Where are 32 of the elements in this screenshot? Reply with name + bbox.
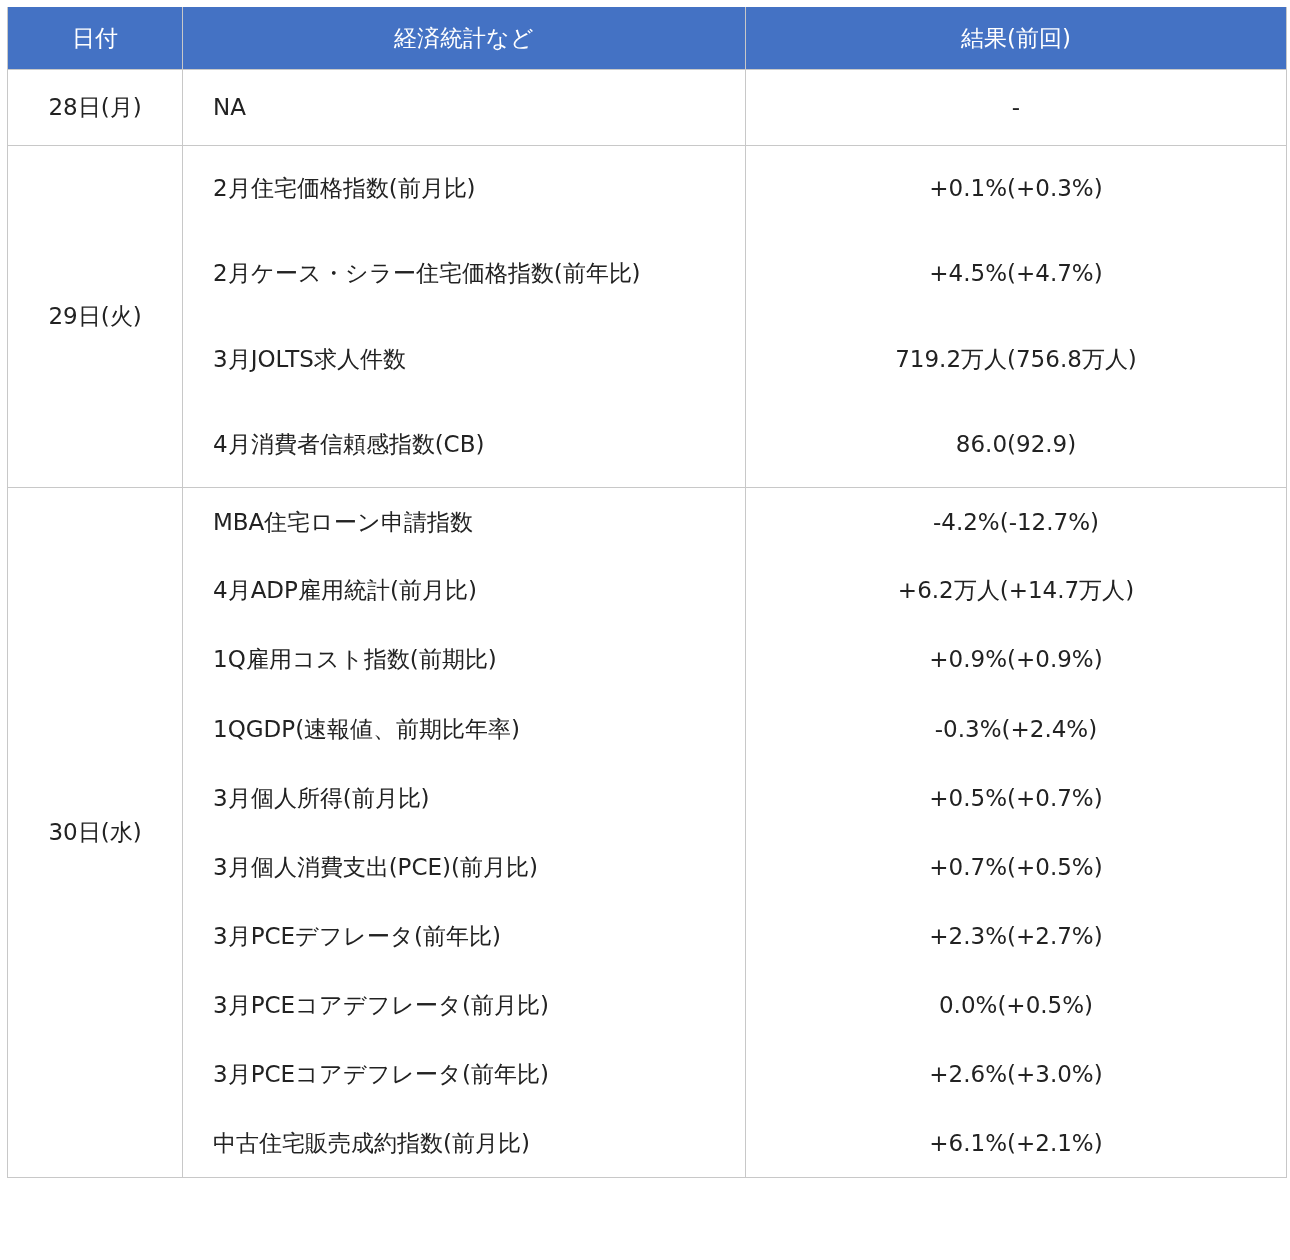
result-cell: -: [745, 69, 1287, 145]
indicator-cell: 4月ADP雇用統計(前月比): [182, 556, 746, 626]
result-cell: +0.7%(+0.5%): [745, 832, 1287, 902]
column-header: 経済統計など: [182, 7, 746, 69]
result-cell: +6.1%(+2.1%): [745, 1108, 1287, 1178]
indicator-cell: 中古住宅販売成約指数(前月比): [182, 1108, 746, 1178]
indicator-cell: 3月個人所得(前月比): [182, 763, 746, 833]
result-cell: +0.5%(+0.7%): [745, 763, 1287, 833]
column-header: 結果(前回): [745, 7, 1287, 69]
result-cell: 86.0(92.9): [745, 401, 1287, 487]
indicator-cell: 3月PCEコアデフレータ(前月比): [182, 970, 746, 1040]
date-cell: 30日(水): [7, 487, 183, 1178]
result-cell: 719.2万人(756.8万人): [745, 316, 1287, 402]
date-cell: 28日(月): [7, 69, 183, 145]
indicator-cell: 1Q雇用コスト指数(前期比): [182, 625, 746, 695]
result-cell: +6.2万人(+14.7万人): [745, 556, 1287, 626]
indicator-cell: 3月PCEコアデフレータ(前年比): [182, 1039, 746, 1109]
column-header: 日付: [7, 7, 183, 69]
indicator-cell: 2月ケース・シラー住宅価格指数(前年比): [182, 230, 746, 316]
indicator-cell: 3月個人消費支出(PCE)(前月比): [182, 832, 746, 902]
indicator-cell: 3月PCEデフレータ(前年比): [182, 901, 746, 971]
indicator-cell: 1QGDP(速報値、前期比年率): [182, 694, 746, 764]
result-cell: 0.0%(+0.5%): [745, 970, 1287, 1040]
result-cell: -0.3%(+2.4%): [745, 694, 1287, 764]
indicator-cell: 4月消費者信頼感指数(CB): [182, 401, 746, 487]
indicator-cell: 3月JOLTS求人件数: [182, 316, 746, 402]
result-cell: +0.9%(+0.9%): [745, 625, 1287, 695]
result-cell: +4.5%(+4.7%): [745, 230, 1287, 316]
result-cell: +2.6%(+3.0%): [745, 1039, 1287, 1109]
date-cell: 29日(火): [7, 145, 183, 487]
result-cell: +2.3%(+2.7%): [745, 901, 1287, 971]
indicator-cell: NA: [182, 69, 746, 145]
